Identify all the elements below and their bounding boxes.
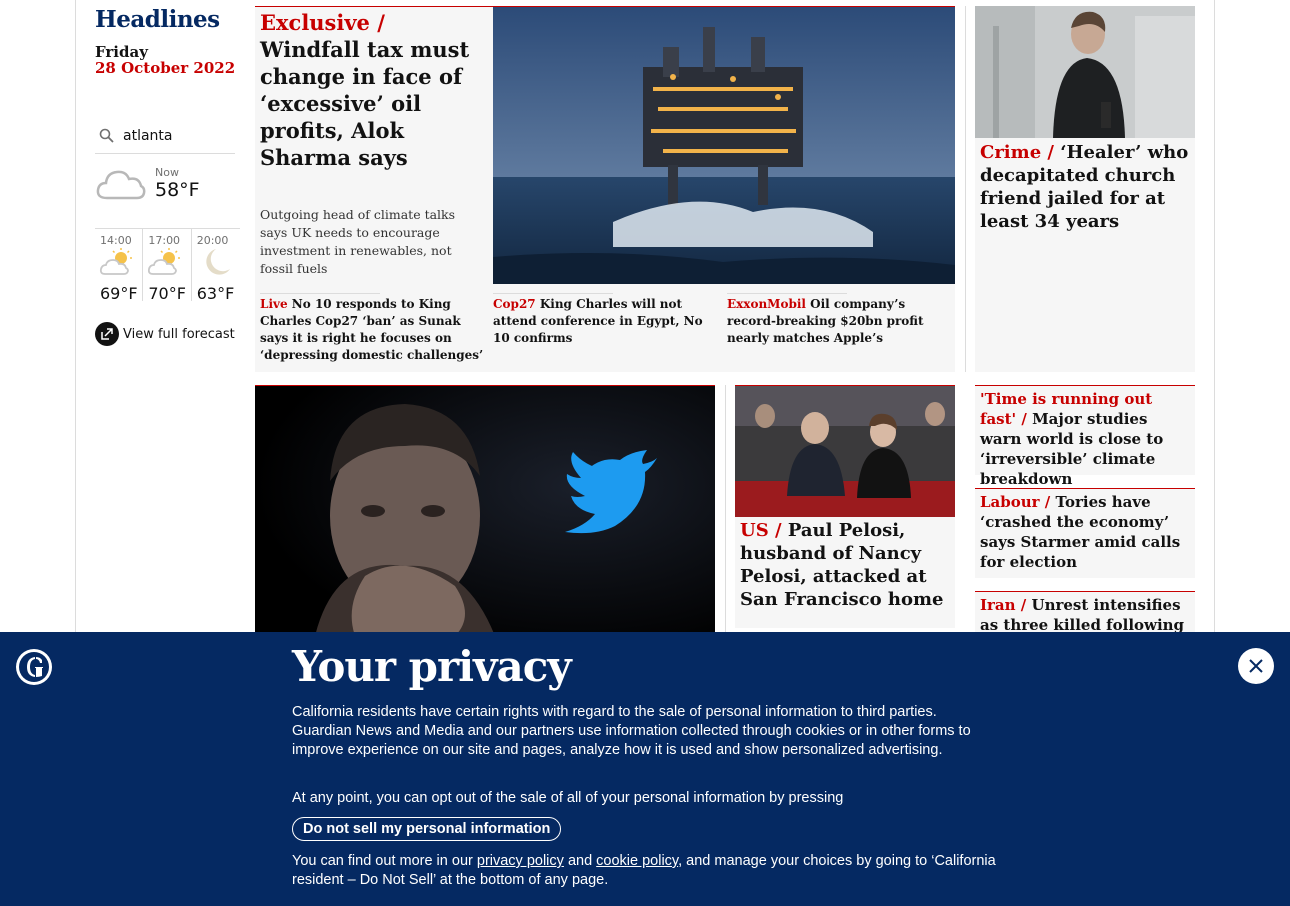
partly-sunny-icon [147,247,183,281]
privacy-banner: Your privacy California residents have c… [0,632,1290,906]
cookie-policy-link[interactable]: cookie policy [596,853,678,869]
forecast-item: 14:00 69°F [95,229,144,303]
forecast-temp: 70°F [148,284,186,303]
privacy-text-3a: You can find out more in our [292,853,473,869]
column-divider [965,6,966,372]
main-story-standfirst: Outgoing head of climate talks says UK n… [260,207,456,276]
guardian-logo-icon [16,649,52,685]
twitter-story-card[interactable] [255,385,715,635]
forecast-temp: 69°F [100,284,138,303]
forecast-time: 20:00 [196,234,229,247]
privacy-text-1: California residents have certain rights… [292,704,971,758]
main-story-card[interactable]: Exclusive / Windfall tax must change in … [255,6,955,372]
forecast-item: 17:00 70°F [143,229,192,303]
pelosi-kicker: US / [740,520,782,541]
pelosi-story-headline[interactable]: US / Paul Pelosi, husband of Nancy Pelos… [740,519,952,611]
column-divider [725,385,726,635]
page-title: Headlines [95,6,220,33]
privacy-text-3b: and [567,853,593,869]
sub-link-live[interactable]: Live No 10 responds to King Charles Cop2… [260,293,485,364]
full-forecast-label: View full forecast [123,326,235,342]
weather-location-search[interactable]: atlanta [95,118,235,154]
sub-kicker: Cop27 [493,297,536,311]
twitter-story-image [255,386,715,635]
crime-story-card[interactable]: Crime / ‘Healer’ who decapitated church … [975,6,1195,372]
main-story-kicker: Exclusive / [260,10,385,35]
main-story-title: Windfall tax must change in face of ‘exc… [260,37,470,170]
partly-sunny-icon [99,247,135,281]
sub-kicker: Live [260,297,288,311]
sub-kicker: ExxonMobil [727,297,806,311]
sub-text: No 10 responds to King Charles Cop27 ‘ba… [260,297,484,362]
privacy-text-3: You can find out more in our privacy pol… [292,852,997,890]
pelosi-story-card[interactable]: US / Paul Pelosi, husband of Nancy Pelos… [735,385,955,628]
moon-icon [196,247,232,281]
external-link-icon [95,322,119,346]
now-temperature: 58°F [155,179,200,201]
sub-link-exxonmobil[interactable]: ExxonMobil Oil company’s record-breaking… [727,293,952,347]
view-full-forecast-link[interactable]: View full forecast [95,322,235,346]
iran-story-card[interactable]: Iran / Unrest intensifies as three kille… [975,591,1195,636]
forecast-time: 17:00 [148,234,181,247]
privacy-text-2: At any point, you can opt out of the sal… [292,790,844,806]
forecast-item: 20:00 63°F [192,229,240,303]
search-input[interactable]: atlanta [123,128,172,144]
climate-story-card[interactable]: 'Time is running out fast' / Major studi… [975,385,1195,488]
forecast-temp: 63°F [196,284,235,303]
date-full: 28 October 2022 [95,59,236,77]
search-icon [95,124,119,148]
main-story-headline[interactable]: Exclusive / Windfall tax must change in … [260,9,488,171]
do-not-sell-button[interactable]: Do not sell my personal information [292,817,562,841]
sub-link-cop27[interactable]: Cop27 King Charles will not attend confe… [493,293,715,347]
now-label: Now [155,166,179,179]
crime-story-headline[interactable]: Crime / ‘Healer’ who decapitated church … [980,141,1192,233]
hourly-forecast: 14:00 69°F 17:00 70°F 20:00 63°F [95,228,240,303]
cloud-icon [95,164,147,208]
oil-platform-image[interactable] [493,7,955,284]
labour-kicker: Labour / [980,493,1051,511]
privacy-title: Your privacy [292,642,572,691]
forecast-time: 14:00 [100,234,132,247]
iran-kicker: Iran / [980,596,1027,614]
cctv-image[interactable] [975,6,1195,138]
labour-story-card[interactable]: Labour / Tories have ‘crashed the econom… [975,488,1195,578]
crime-kicker: Crime / [980,142,1054,163]
close-icon[interactable] [1238,648,1274,684]
pelosi-image[interactable] [735,386,955,517]
privacy-policy-link[interactable]: privacy policy [477,853,564,869]
current-weather: Now 58°F [95,160,240,224]
